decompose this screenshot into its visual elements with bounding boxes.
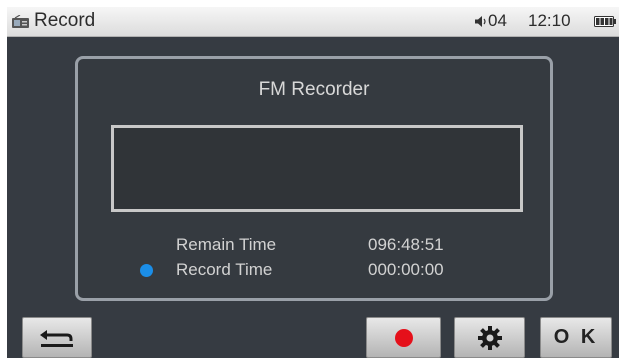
fm-recorder-dialog: FM Recorder Remain Time 096:48:51 Record… <box>75 56 553 301</box>
gear-icon <box>477 325 502 350</box>
record-button[interactable] <box>366 317 441 358</box>
volume-level: 04 <box>488 11 507 30</box>
record-time-label: Record Time <box>176 260 273 279</box>
speaker-icon <box>475 16 486 27</box>
return-arrow-icon <box>40 329 73 347</box>
settings-button[interactable] <box>454 317 525 358</box>
record-status-dot <box>140 264 153 277</box>
battery-icon <box>594 16 616 27</box>
app-title: Record <box>34 10 96 31</box>
remain-time-label: Remain Time <box>176 235 277 254</box>
clock: 12:10 <box>528 11 571 30</box>
status-bar: Record 04 12:10 <box>7 7 619 37</box>
remain-time-value: 096:48:51 <box>368 235 444 254</box>
ok-button[interactable]: O K <box>540 317 612 358</box>
back-button[interactable] <box>22 317 92 358</box>
recording-display <box>111 125 523 212</box>
record-time-value: 000:00:00 <box>368 260 444 279</box>
dialog-title: FM Recorder <box>258 79 370 100</box>
record-dot-icon <box>394 328 413 347</box>
device-screen: Record 04 12:10 FM Recorder Remain Time … <box>7 7 619 358</box>
radio-recorder-icon <box>12 15 29 28</box>
ok-label: O K <box>553 326 599 348</box>
